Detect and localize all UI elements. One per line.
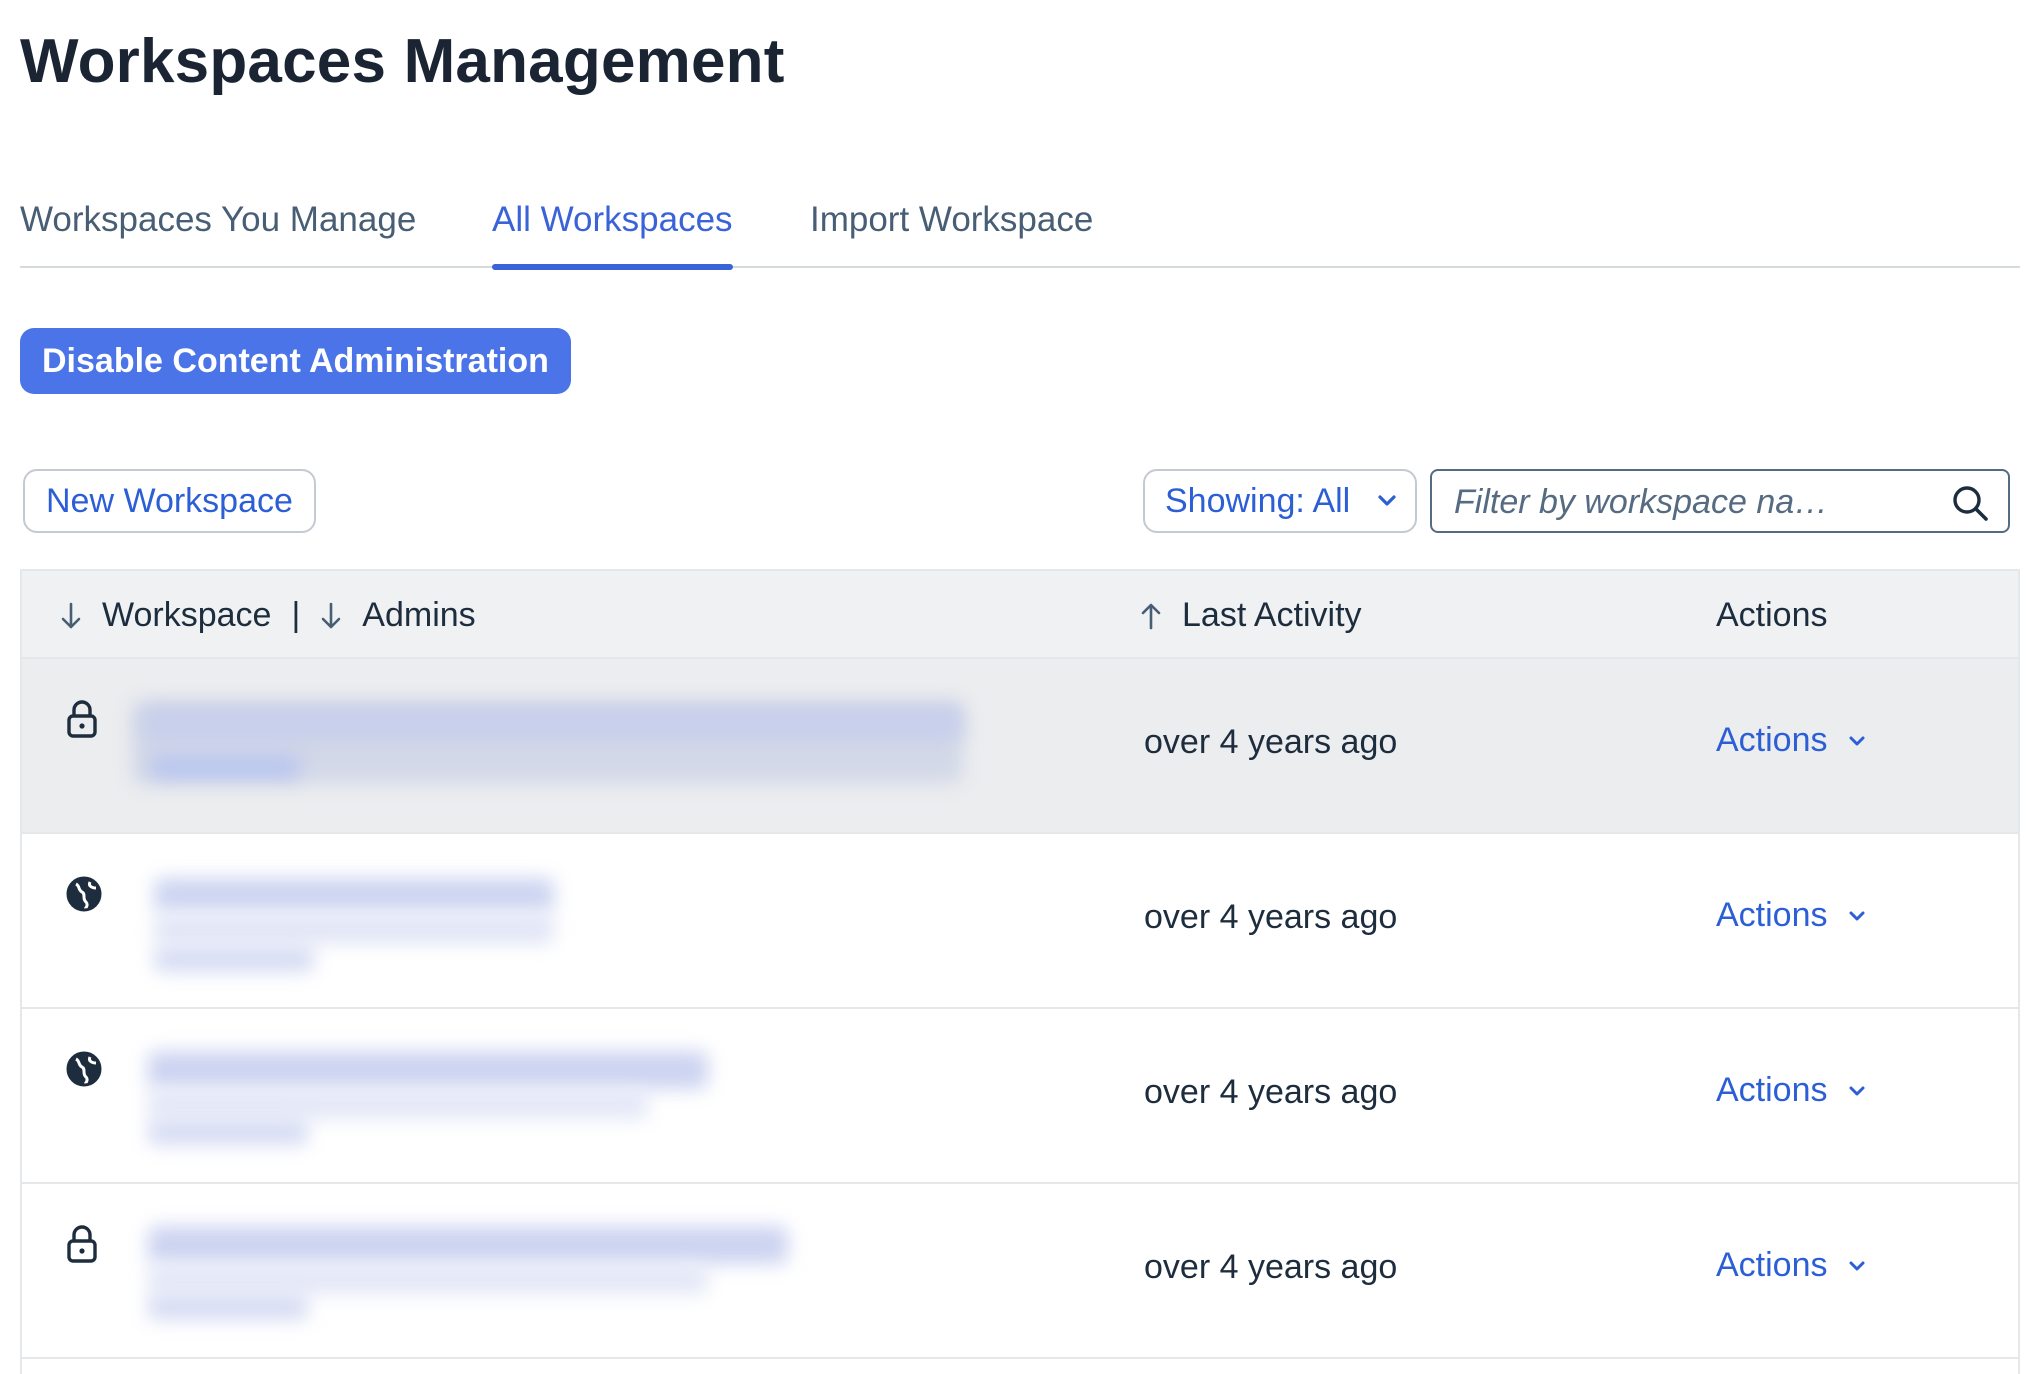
last-activity-value: over 4 years ago — [1144, 1248, 1398, 1286]
chevron-down-icon — [1849, 1261, 1864, 1270]
last-activity-value: over 4 years ago — [1144, 723, 1398, 761]
workspaces-management-page: Workspaces Management Workspaces You Man… — [0, 0, 2039, 1374]
actions-menu-button[interactable]: Actions — [1716, 721, 1868, 760]
table-row[interactable]: over 4 years ago Actions — [22, 1184, 2018, 1359]
workspace-search-field[interactable] — [1430, 469, 2010, 533]
actions-menu-button[interactable]: Actions — [1716, 1071, 1868, 1110]
search-icon[interactable] — [1950, 483, 1990, 523]
table-row[interactable]: over 4 years ago Actions — [22, 834, 2018, 1009]
tab-bar: Workspaces You Manage All Workspaces Imp… — [20, 190, 2020, 270]
table-row[interactable]: over 4 years ago Actions — [22, 659, 2018, 834]
tab-import-workspace[interactable]: Import Workspace — [810, 200, 1093, 240]
actions-label: Actions — [1716, 896, 1828, 934]
table-header: Workspace | Admins Last Activity Actions — [22, 569, 2018, 659]
sort-descending-icon[interactable] — [60, 601, 82, 631]
lock-icon — [67, 700, 97, 738]
tab-all-workspaces[interactable]: All Workspaces — [492, 200, 733, 270]
column-separator: | — [291, 596, 301, 634]
workspace-search-input[interactable] — [1452, 479, 1936, 525]
workspace-admins-header: Workspace | Admins — [60, 596, 476, 635]
lock-icon — [67, 1225, 97, 1263]
actions-label: Actions — [1716, 1246, 1828, 1284]
last-activity-column-header: Last Activity — [1182, 596, 1362, 634]
workspace-column-header[interactable]: Workspace — [102, 596, 271, 635]
sort-descending-icon[interactable] — [320, 601, 342, 631]
chevron-down-icon — [1849, 911, 1864, 920]
globe-icon — [66, 1051, 102, 1087]
sort-ascending-icon[interactable] — [1140, 601, 1162, 631]
chevron-down-icon — [1849, 736, 1864, 745]
new-workspace-button[interactable]: New Workspace — [23, 469, 316, 533]
showing-filter-select[interactable]: Showing: All — [1143, 469, 1417, 533]
actions-column-header: Actions — [1716, 596, 1828, 634]
actions-menu-button[interactable]: Actions — [1716, 896, 1868, 935]
page-title: Workspaces Management — [20, 27, 785, 96]
last-activity-header[interactable]: Last Activity — [1140, 596, 1362, 635]
tab-workspaces-you-manage[interactable]: Workspaces You Manage — [20, 200, 416, 240]
table-row-partial — [22, 1359, 2018, 1374]
admins-column-header[interactable]: Admins — [362, 596, 475, 635]
last-activity-value: over 4 years ago — [1144, 898, 1398, 936]
disable-content-administration-button[interactable]: Disable Content Administration — [20, 328, 571, 394]
actions-label: Actions — [1716, 721, 1828, 759]
chevron-down-icon — [1378, 495, 1396, 506]
table-row[interactable]: over 4 years ago Actions — [22, 1009, 2018, 1184]
globe-icon — [66, 876, 102, 912]
actions-menu-button[interactable]: Actions — [1716, 1246, 1868, 1285]
showing-filter-label: Showing: All — [1165, 481, 1351, 520]
actions-label: Actions — [1716, 1071, 1828, 1109]
last-activity-value: over 4 years ago — [1144, 1073, 1398, 1111]
chevron-down-icon — [1849, 1086, 1864, 1095]
workspaces-table: Workspace | Admins Last Activity Actions — [20, 569, 2020, 1374]
